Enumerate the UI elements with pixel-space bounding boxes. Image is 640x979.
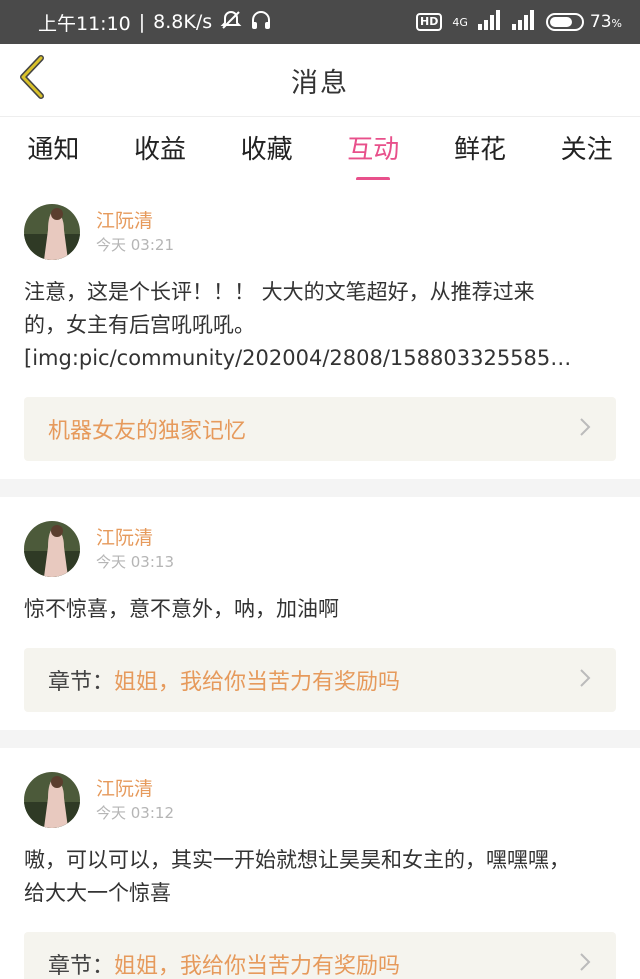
message-meta-text: 江阮清 今天 03:12 (96, 776, 174, 824)
message-meta-text: 江阮清 今天 03:21 (96, 208, 174, 256)
tab-notifications[interactable]: 通知 (3, 129, 103, 166)
message-meta: 江阮清 今天 03:12 (24, 772, 616, 828)
card-divider (0, 730, 640, 748)
message-meta: 江阮清 今天 03:21 (24, 204, 616, 260)
book-link[interactable]: 机器女友的独家记忆 (24, 397, 616, 461)
comment-text[interactable]: 嗷，可以可以，其实一开始就想让昊昊和女主的，嘿嘿嘿，给大大一个惊喜 (24, 844, 584, 910)
status-separator: | (138, 11, 146, 33)
link-text: 章节：姐姐，我给你当苦力有奖励吗 (48, 954, 401, 979)
timestamp: 今天 03:12 (96, 804, 174, 822)
message-card: 江阮清 今天 03:12 嗷，可以可以，其实一开始就想让昊昊和女主的，嘿嘿嘿，给… (0, 748, 640, 979)
chapter-link[interactable]: 章节：姐姐，我给你当苦力有奖励吗 (24, 648, 616, 712)
chevron-left-icon (17, 55, 47, 103)
status-right: HD 4G 73% (416, 10, 622, 34)
message-feed: 江阮清 今天 03:21 注意，这是个长评！！！ 大大的文笔超好，从推荐过来的，… (0, 180, 640, 979)
status-time: 上午11:10 (38, 12, 131, 35)
message-meta: 江阮清 今天 03:13 (24, 521, 616, 577)
chapter-link[interactable]: 章节：姐姐，我给你当苦力有奖励吗 (24, 932, 616, 979)
link-text: 机器女友的独家记忆 (48, 419, 247, 444)
avatar[interactable] (24, 204, 80, 260)
username[interactable]: 江阮清 (96, 776, 174, 802)
alarm-off-icon (220, 9, 242, 36)
message-card: 江阮清 今天 03:21 注意，这是个长评！！！ 大大的文笔超好，从推荐过来的，… (0, 180, 640, 479)
net-type: 4G (452, 15, 468, 29)
avatar[interactable] (24, 521, 80, 577)
headphones-icon (250, 9, 272, 36)
tab-following[interactable]: 关注 (537, 129, 637, 166)
message-card: 江阮清 今天 03:13 惊不惊喜，意不意外，呐，加油啊 章节：姐姐，我给你当苦… (0, 497, 640, 730)
header-bar: 消息 (0, 44, 640, 116)
chevron-right-icon (578, 416, 592, 442)
tab-flowers[interactable]: 鲜花 (430, 129, 530, 166)
card-divider (0, 479, 640, 497)
tab-bar: 通知 收益 收藏 互动 鲜花 关注 (0, 116, 640, 181)
username[interactable]: 江阮清 (96, 525, 174, 551)
signal-icon (477, 10, 502, 34)
battery-fill (549, 17, 572, 27)
tab-favorites[interactable]: 收藏 (217, 129, 317, 166)
link-text: 章节：姐姐，我给你当苦力有奖励吗 (48, 670, 401, 695)
battery-percent: 73% (589, 12, 622, 32)
page-title: 消息 (291, 67, 349, 99)
comment-text[interactable]: 惊不惊喜，意不意外，呐，加油啊 (24, 593, 616, 626)
tab-earnings[interactable]: 收益 (110, 129, 210, 166)
message-meta-text: 江阮清 今天 03:13 (96, 525, 174, 573)
status-bar: 上午11:10 | 8.8K/s HD 4G 73% (0, 0, 640, 44)
status-left: 上午11:10 | 8.8K/s (38, 9, 272, 36)
chevron-right-icon (578, 667, 592, 693)
timestamp: 今天 03:13 (96, 553, 174, 571)
hd-badge: HD (416, 13, 443, 31)
battery: 73% (545, 12, 622, 32)
network-speed: 8.8K/s (153, 11, 213, 33)
tab-interactions[interactable]: 互动 (323, 129, 423, 181)
username[interactable]: 江阮清 (96, 208, 174, 234)
back-button[interactable] (12, 54, 52, 104)
signal-icon (511, 10, 536, 34)
battery-icon (545, 13, 584, 31)
avatar[interactable] (24, 772, 80, 828)
chevron-right-icon (578, 951, 592, 977)
comment-text[interactable]: 注意，这是个长评！！！ 大大的文笔超好，从推荐过来的，女主有后宫吼吼吼。 [im… (24, 276, 571, 375)
timestamp: 今天 03:21 (96, 236, 174, 254)
